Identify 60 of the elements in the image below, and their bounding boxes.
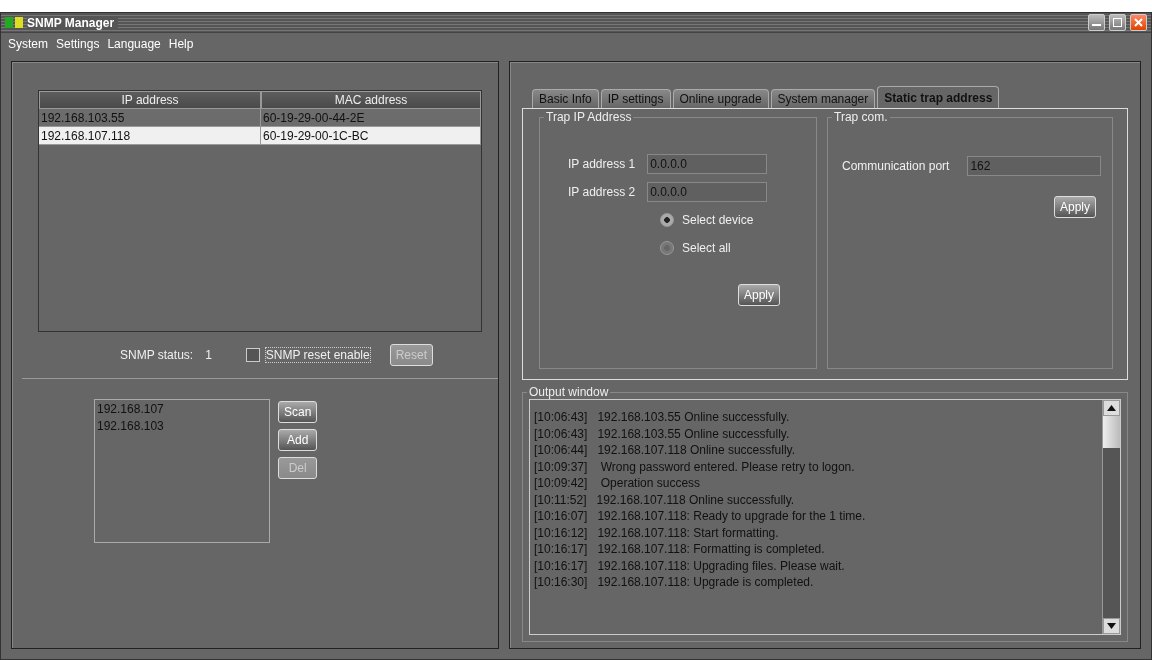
menu-item[interactable]: Language bbox=[107, 37, 161, 51]
radio-button[interactable] bbox=[660, 241, 674, 255]
group-title: Output window bbox=[527, 385, 611, 399]
tab[interactable]: Static trap address bbox=[877, 86, 1000, 108]
status-label: SNMP status: bbox=[120, 348, 194, 362]
input-field[interactable]: 0.0.0.0 bbox=[647, 154, 768, 174]
list-item[interactable]: 192.168.107 bbox=[97, 402, 267, 416]
log-line: [10:06:43] 192.168.103.55 Online successfully. bbox=[534, 410, 791, 426]
column-header[interactable]: MAC address bbox=[261, 91, 481, 109]
radio-label[interactable]: Select all bbox=[682, 241, 731, 255]
menu-item[interactable]: Help bbox=[168, 37, 194, 51]
up-arrow-icon[interactable] bbox=[1107, 405, 1116, 411]
menu-item[interactable]: Settings bbox=[56, 37, 100, 51]
table-cell[interactable]: 60-19-29-00-44-2E bbox=[261, 109, 481, 127]
field-label: Communication port bbox=[842, 159, 950, 173]
tab[interactable]: System manager bbox=[770, 89, 876, 108]
scrollbar[interactable] bbox=[1102, 400, 1120, 634]
log-line: [10:09:37] Wrong password entered. Please retry to logon. bbox=[534, 459, 856, 476]
close-icon[interactable] bbox=[1134, 18, 1143, 27]
log-line: [10:06:44] 192.168.107.118 Online successfully. bbox=[534, 443, 797, 459]
column-header[interactable]: IP address bbox=[39, 91, 261, 109]
status-value: 1 bbox=[205, 348, 212, 362]
input-field[interactable]: 162 bbox=[967, 156, 1102, 176]
menu-item[interactable]: System bbox=[8, 37, 48, 51]
segment-button[interactable]: Add bbox=[278, 429, 318, 451]
scrollbar-thumb[interactable] bbox=[1103, 416, 1120, 448]
field-label: IP address 2 bbox=[568, 185, 636, 199]
log-line: [10:16:17] 192.168.107.118: Upgrading files. Please wait. bbox=[534, 558, 846, 575]
log-line: [10:16:17] 192.168.107.118: Formatting is completed. bbox=[534, 542, 826, 558]
window-title: SNMP Manager bbox=[27, 15, 119, 30]
maximize-icon[interactable] bbox=[1113, 18, 1122, 27]
input-field[interactable]: 0.0.0.0 bbox=[647, 182, 768, 202]
app-logo-icon bbox=[5, 16, 23, 29]
apply-button[interactable]: Apply bbox=[738, 284, 781, 306]
log-line: [10:16:12] 192.168.107.118: Start formatting. bbox=[534, 525, 780, 542]
log-line: [10:09:42] Operation success bbox=[534, 476, 702, 492]
checkbox-label[interactable]: SNMP reset enable bbox=[265, 348, 370, 362]
list-item[interactable]: 192.168.103 bbox=[97, 419, 267, 433]
checkbox[interactable] bbox=[245, 348, 260, 362]
log-line: [10:16:30] 192.168.107.118: Upgrade is completed. bbox=[534, 575, 815, 591]
table-cell[interactable]: 60-19-29-00-1C-BC bbox=[261, 127, 481, 145]
segment-button[interactable]: Scan bbox=[278, 401, 318, 423]
table-cell[interactable]: 192.168.107.118 bbox=[39, 127, 261, 145]
tab[interactable]: Online upgrade bbox=[672, 89, 769, 108]
down-arrow-icon[interactable] bbox=[1107, 623, 1116, 629]
tab[interactable]: IP settings bbox=[600, 89, 671, 108]
minimize-button[interactable] bbox=[1088, 14, 1105, 31]
radio-button[interactable] bbox=[660, 213, 674, 227]
group-title: Trap com. bbox=[832, 110, 890, 124]
radio-label[interactable]: Select device bbox=[682, 213, 754, 227]
close-button[interactable] bbox=[1130, 14, 1147, 31]
log-line: [10:06:43] 192.168.103.55 Online successfully. bbox=[534, 426, 791, 443]
log-line: [10:11:52] 192.168.107.118 Online successfully. bbox=[534, 492, 796, 509]
field-label: IP address 1 bbox=[568, 157, 636, 171]
apply-button[interactable]: Apply bbox=[1053, 196, 1096, 218]
group-title: Trap IP Address bbox=[544, 110, 634, 124]
maximize-button[interactable] bbox=[1109, 14, 1126, 31]
log-line: [10:16:07] 192.168.107.118: Ready to upgrade for the 1 time. bbox=[534, 509, 867, 525]
tab[interactable]: Basic Info bbox=[532, 89, 599, 108]
table-cell[interactable]: 192.168.103.55 bbox=[39, 109, 261, 127]
